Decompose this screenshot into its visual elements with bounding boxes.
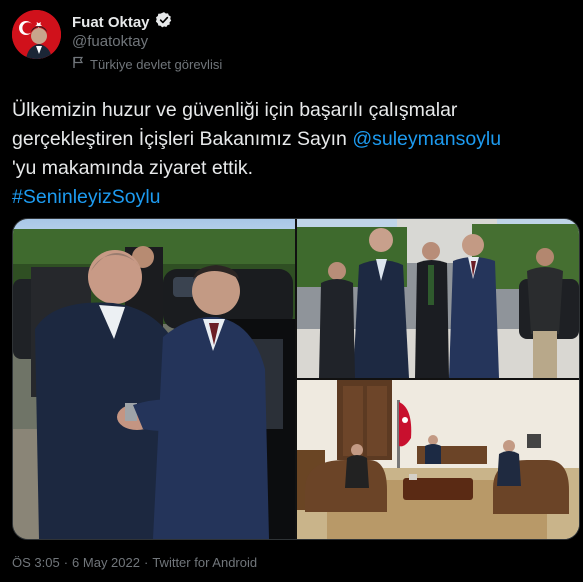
tweet-time[interactable]: ÖS 3:05 <box>12 555 60 570</box>
tweet-text-segment: gerçekleştiren İçişleri Bakanımız Sayın <box>12 128 353 150</box>
walking-photo[interactable] <box>297 219 579 378</box>
media-grid <box>12 218 580 540</box>
author-name-row[interactable]: Fuat Oktay <box>72 11 173 34</box>
flag-icon <box>72 56 84 72</box>
tweet-card: Fuat Oktay @fuatoktay Türkiye devlet gör… <box>0 0 583 582</box>
government-label: Türkiye devlet görevlisi <box>72 56 222 72</box>
tweet-meta: ÖS 3:05 · 6 May 2022 · Twitter for Andro… <box>12 555 257 570</box>
mention-link[interactable]: @suleymansoylu <box>352 128 501 150</box>
tweet-date[interactable]: 6 May 2022 <box>72 555 140 570</box>
author-handle[interactable]: @fuatoktay <box>72 33 148 50</box>
tweet-text-line: gerçekleştiren İçişleri Bakanımız Sayın … <box>12 125 577 154</box>
government-label-text: Türkiye devlet görevlisi <box>90 56 223 72</box>
verified-badge-icon <box>155 11 173 34</box>
hashtag-link[interactable]: #SeninleyizSoylu <box>12 183 577 212</box>
avatar[interactable] <box>12 10 61 59</box>
meta-separator: · <box>63 555 69 570</box>
display-name[interactable]: Fuat Oktay <box>72 14 150 31</box>
tweet-text: Ülkemizin huzur ve güvenliği için başarı… <box>12 96 577 212</box>
handshake-photo[interactable] <box>13 219 295 539</box>
meta-separator: · <box>143 555 149 570</box>
tweet-text-line: 'yu makamında ziyaret ettik. <box>12 157 254 179</box>
tweet-source[interactable]: Twitter for Android <box>152 555 257 570</box>
office-meeting-photo[interactable] <box>297 380 579 539</box>
tweet-text-line: Ülkemizin huzur ve güvenliği için başarı… <box>12 99 458 121</box>
